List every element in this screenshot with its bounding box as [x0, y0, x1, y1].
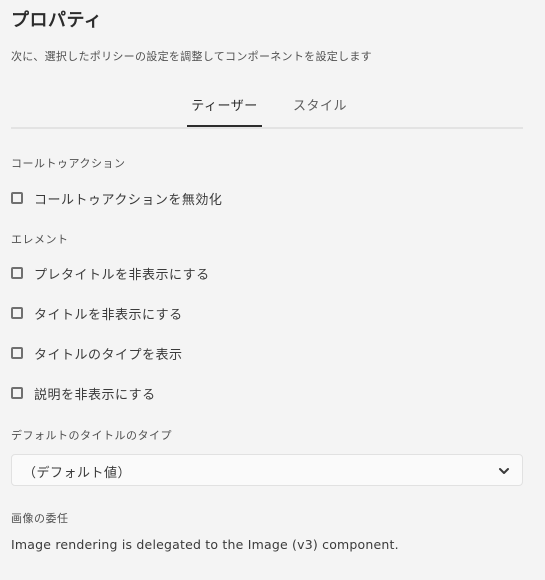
chevron-down-icon [499, 468, 509, 474]
image-delegation-text: Image rendering is delegated to the Imag… [11, 537, 399, 552]
section-label-cta: コールトゥアクション [11, 157, 126, 170]
checkbox-row-hide-title[interactable]: タイトルを非表示にする [11, 303, 183, 323]
default-title-type-label: デフォルトのタイトルのタイプ [11, 429, 172, 442]
hide-description-checkbox[interactable] [11, 387, 23, 399]
checkbox-row-show-title-type[interactable]: タイトルのタイプを表示 [11, 343, 183, 363]
default-title-type-select[interactable]: （デフォルト値） [11, 454, 523, 486]
checkbox-label: プレタイトルを非表示にする [34, 267, 210, 283]
tab-style[interactable]: スタイル [289, 95, 351, 127]
show-title-type-checkbox[interactable] [11, 347, 23, 359]
checkbox-label: コールトゥアクションを無効化 [34, 192, 223, 208]
checkbox-label: タイトルのタイプを表示 [34, 347, 183, 363]
disable-cta-checkbox[interactable] [11, 192, 23, 204]
section-label-element: エレメント [11, 233, 69, 246]
page-subtitle: 次に、選択したポリシーの設定を調整してコンポーネントを設定します [11, 50, 372, 63]
hide-title-checkbox[interactable] [11, 307, 23, 319]
checkbox-row-hide-description[interactable]: 説明を非表示にする [11, 383, 156, 403]
select-value: （デフォルト値） [23, 466, 132, 481]
page-title: プロパティ [11, 10, 103, 31]
checkbox-row-hide-pretitle[interactable]: プレタイトルを非表示にする [11, 263, 210, 283]
tab-list: ティーザー スタイル [11, 88, 523, 129]
checkbox-label: 説明を非表示にする [34, 387, 156, 403]
checkbox-label: タイトルを非表示にする [34, 307, 183, 323]
hide-pretitle-checkbox[interactable] [11, 267, 23, 279]
checkbox-row-disable-cta[interactable]: コールトゥアクションを無効化 [11, 188, 222, 208]
tab-teaser[interactable]: ティーザー [187, 95, 262, 127]
image-delegation-label: 画像の委任 [11, 512, 69, 525]
